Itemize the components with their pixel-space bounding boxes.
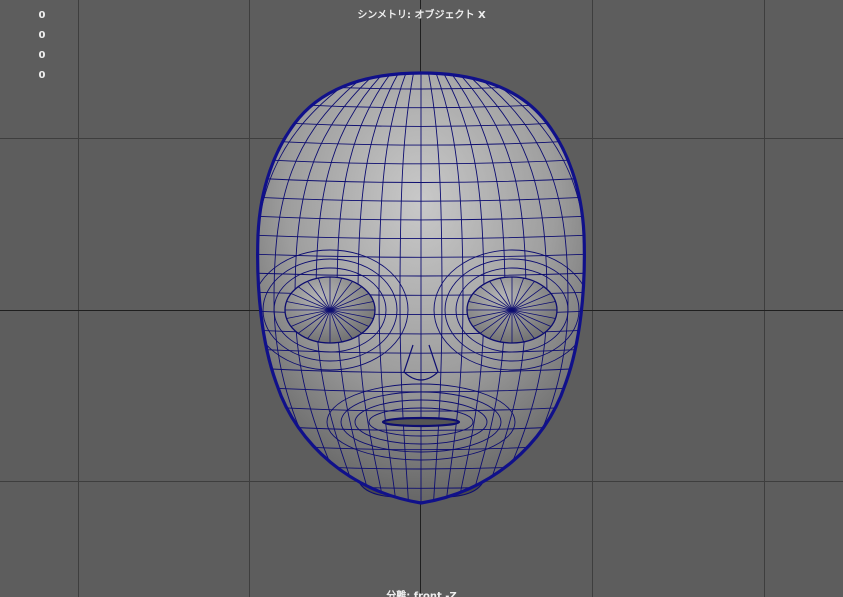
- hud-count: 0: [38, 70, 46, 81]
- head-mesh[interactable]: [0, 0, 843, 597]
- left-eye-socket: [284, 276, 376, 344]
- hud-count: 0: [38, 30, 46, 41]
- symmetry-label: シンメトリ: オブジェクト X: [357, 10, 486, 21]
- camera-label: 分離: front -Z: [386, 591, 457, 597]
- hud-count: 0: [38, 50, 46, 61]
- mouth-shape: [381, 416, 461, 428]
- front-viewport[interactable]: 0 0 0 0 シンメトリ: オブジェクト X 分離: front -Z: [0, 0, 843, 597]
- right-eye-socket: [466, 276, 558, 344]
